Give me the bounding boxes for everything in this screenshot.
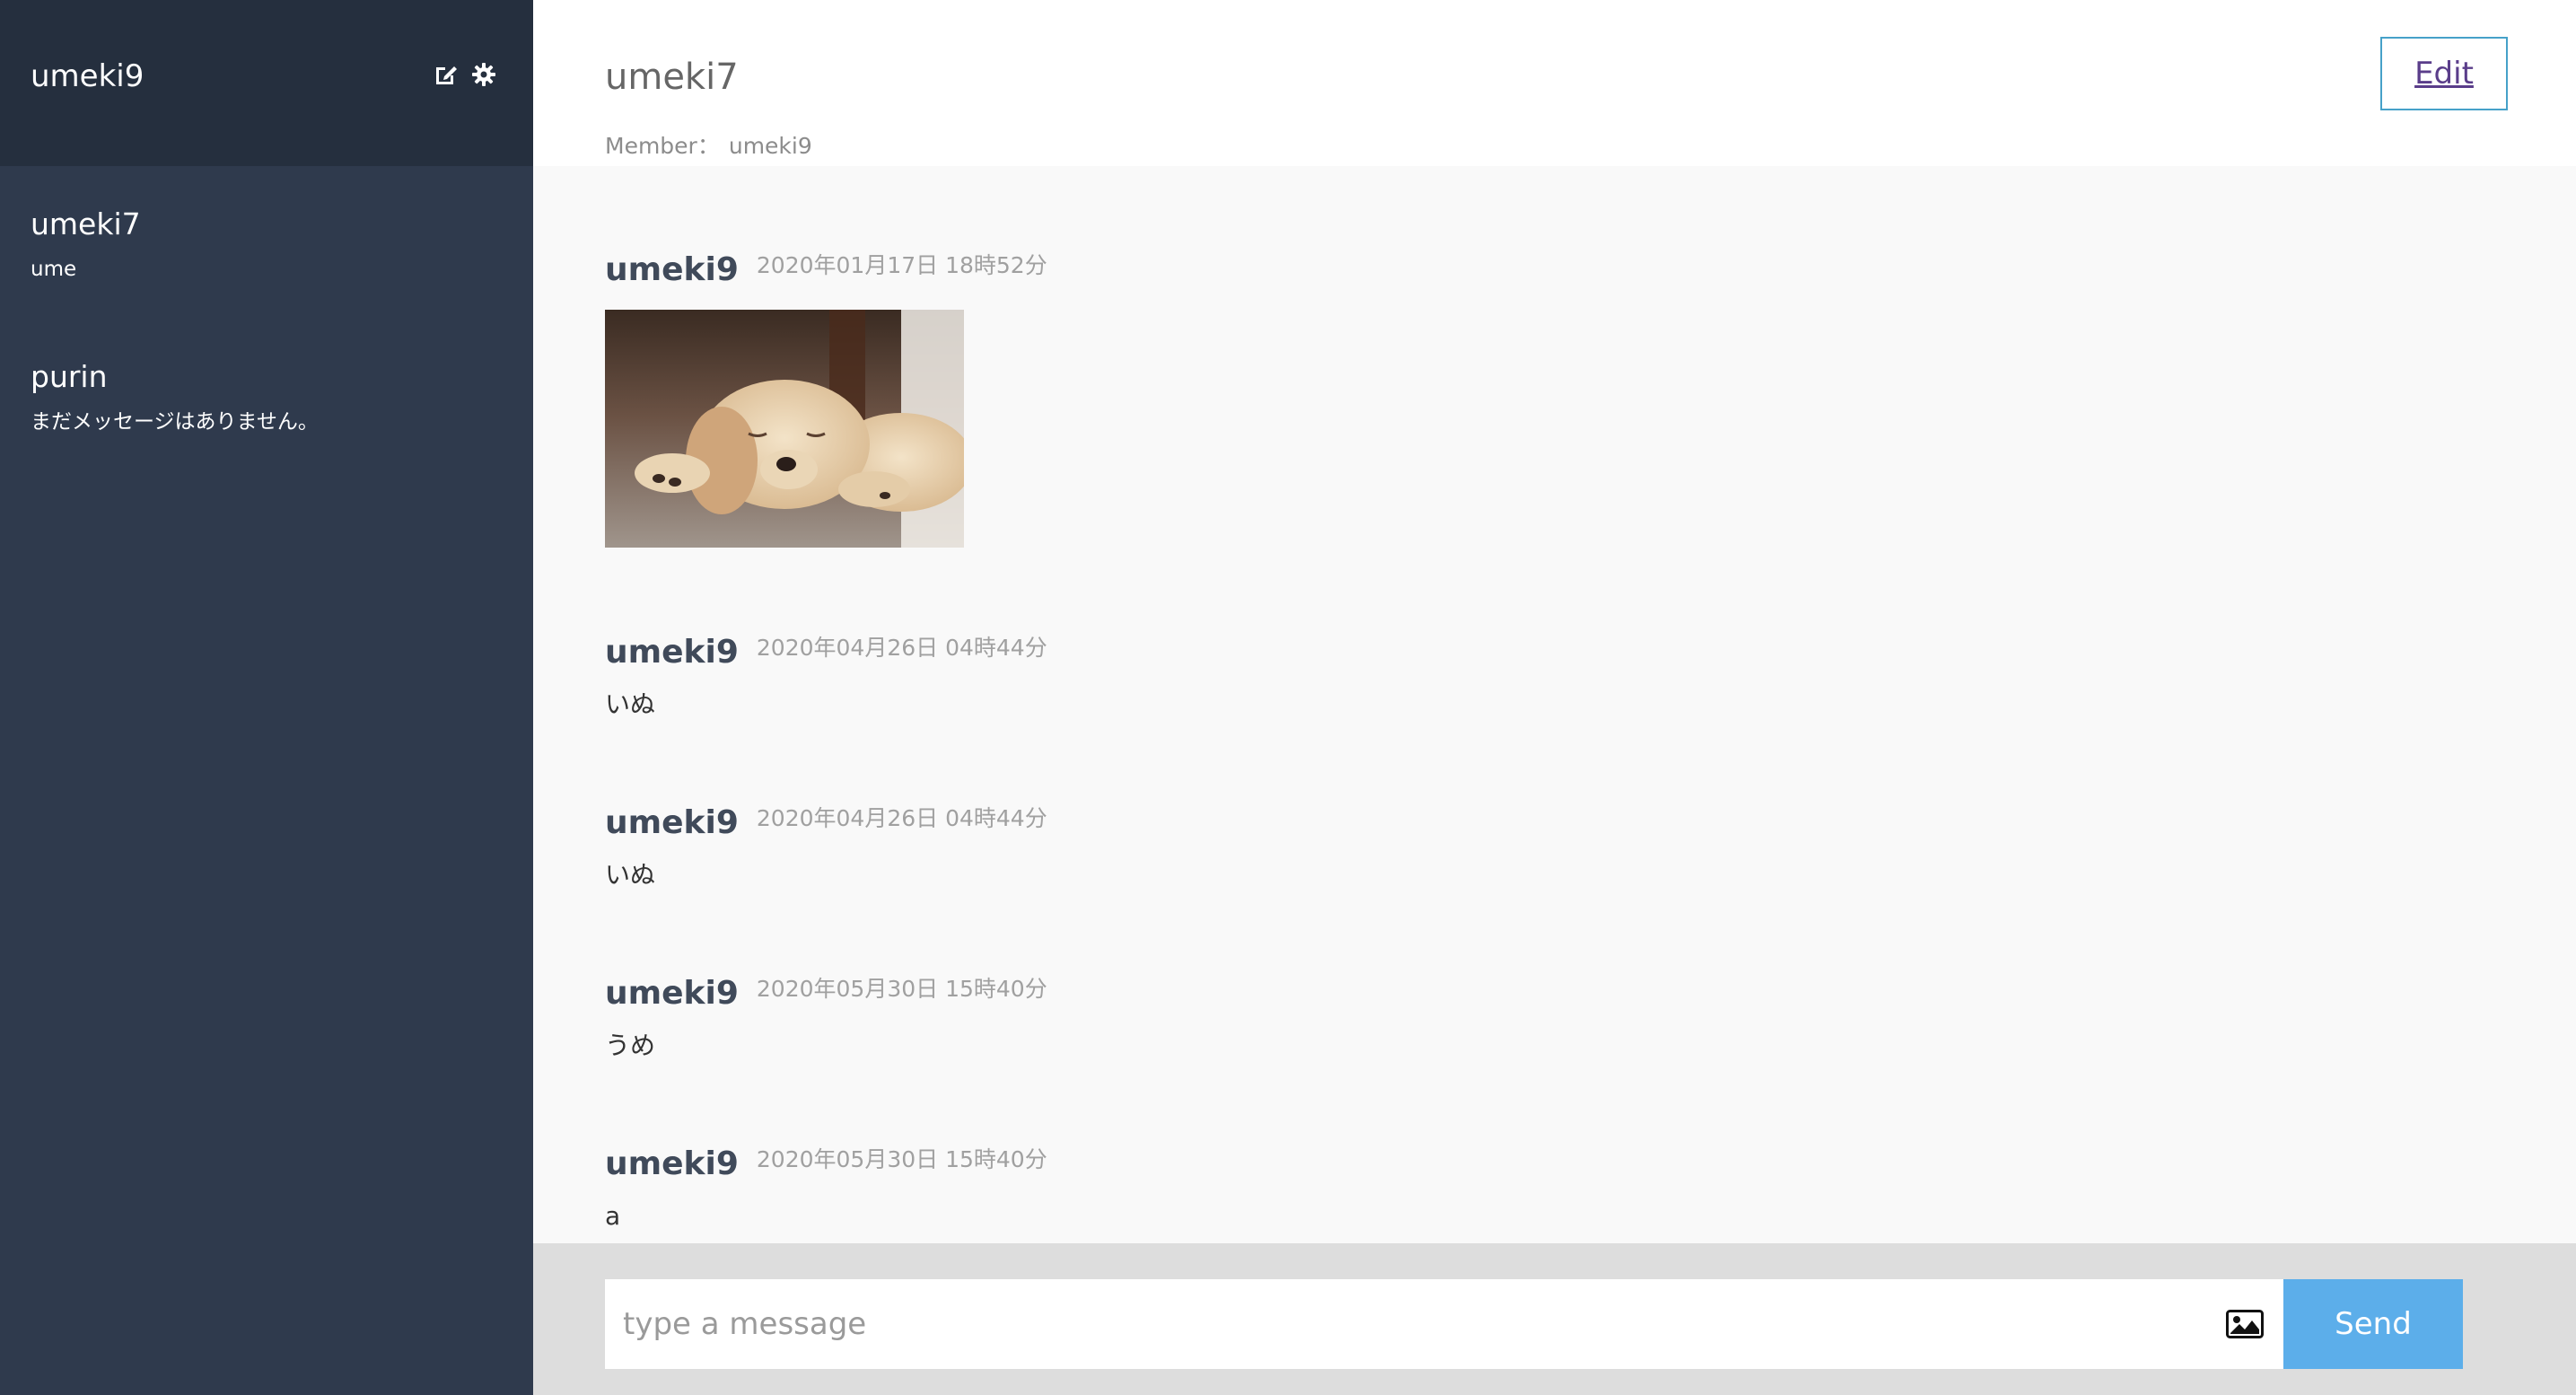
message-text: a — [605, 1201, 621, 1231]
message-time: 2020年05月30日 15時40分 — [756, 1146, 1047, 1172]
group-last-message: ume — [31, 258, 77, 281]
message: umeki9 2020年05月30日 15時40分 うめ — [605, 972, 1047, 1064]
member-names: umeki9 — [728, 133, 812, 159]
message-header: umeki9 2020年04月26日 04時44分 — [605, 631, 1047, 674]
message-user: umeki9 — [605, 251, 739, 288]
message-header: umeki9 2020年04月26日 04時44分 — [605, 802, 1047, 845]
sidebar-header: umeki9 — [0, 0, 533, 166]
message-user: umeki9 — [605, 1145, 739, 1182]
edit-icon[interactable] — [433, 61, 460, 88]
send-button[interactable]: Send — [2283, 1279, 2463, 1369]
group-name: umeki7 — [31, 206, 141, 241]
message-input[interactable] — [605, 1279, 2185, 1369]
message-time: 2020年05月30日 15時40分 — [756, 976, 1047, 1002]
message-form: Send — [533, 1243, 2576, 1395]
message-text: うめ — [605, 1031, 656, 1060]
message-header: umeki9 2020年05月30日 15時40分 — [605, 1143, 1047, 1186]
sidebar-group-purin[interactable]: purin まだメッセージはありません。 — [0, 323, 533, 458]
edit-button[interactable]: Edit — [2380, 37, 2508, 110]
gear-icon[interactable] — [470, 61, 497, 88]
message-list: umeki9 2020年01月17日 18時52分 umeki9 2020年04… — [533, 166, 2576, 1243]
message-image — [605, 310, 964, 548]
message-text: いぬ — [605, 689, 656, 719]
message-user: umeki9 — [605, 804, 739, 841]
message-time: 2020年01月17日 18時52分 — [756, 252, 1047, 278]
message-header: umeki9 2020年01月17日 18時52分 — [605, 249, 1047, 292]
group-last-message: まだメッセージはありません。 — [31, 410, 319, 434]
message: umeki9 2020年01月17日 18時52分 — [605, 249, 1047, 548]
sidebar-group-umeki7[interactable]: umeki7 ume — [0, 171, 533, 305]
member-list: Member： umeki9 — [605, 131, 821, 162]
chat-header: umeki7 Member： umeki9 Edit — [533, 0, 2576, 166]
message-user: umeki9 — [605, 634, 739, 671]
header-icons — [433, 61, 497, 88]
member-label: Member： — [605, 133, 720, 159]
group-name: purin — [31, 359, 108, 394]
message: umeki9 2020年04月26日 04時44分 いぬ — [605, 802, 1047, 893]
image-icon[interactable] — [2226, 1310, 2264, 1338]
message: umeki9 2020年04月26日 04時44分 いぬ — [605, 631, 1047, 723]
message-time: 2020年04月26日 04時44分 — [756, 805, 1047, 831]
message-header: umeki9 2020年05月30日 15時40分 — [605, 972, 1047, 1015]
chat-title: umeki7 — [605, 57, 739, 98]
current-user-name: umeki9 — [31, 58, 145, 94]
message: umeki9 2020年05月30日 15時40分 a — [605, 1143, 1047, 1234]
message-user: umeki9 — [605, 975, 739, 1012]
message-text: いぬ — [605, 860, 656, 890]
sidebar: umeki9 umeki7 ume purin まだメッセージはありません。 — [0, 0, 533, 1395]
message-input-container — [605, 1279, 2283, 1369]
message-time: 2020年04月26日 04時44分 — [756, 635, 1047, 661]
